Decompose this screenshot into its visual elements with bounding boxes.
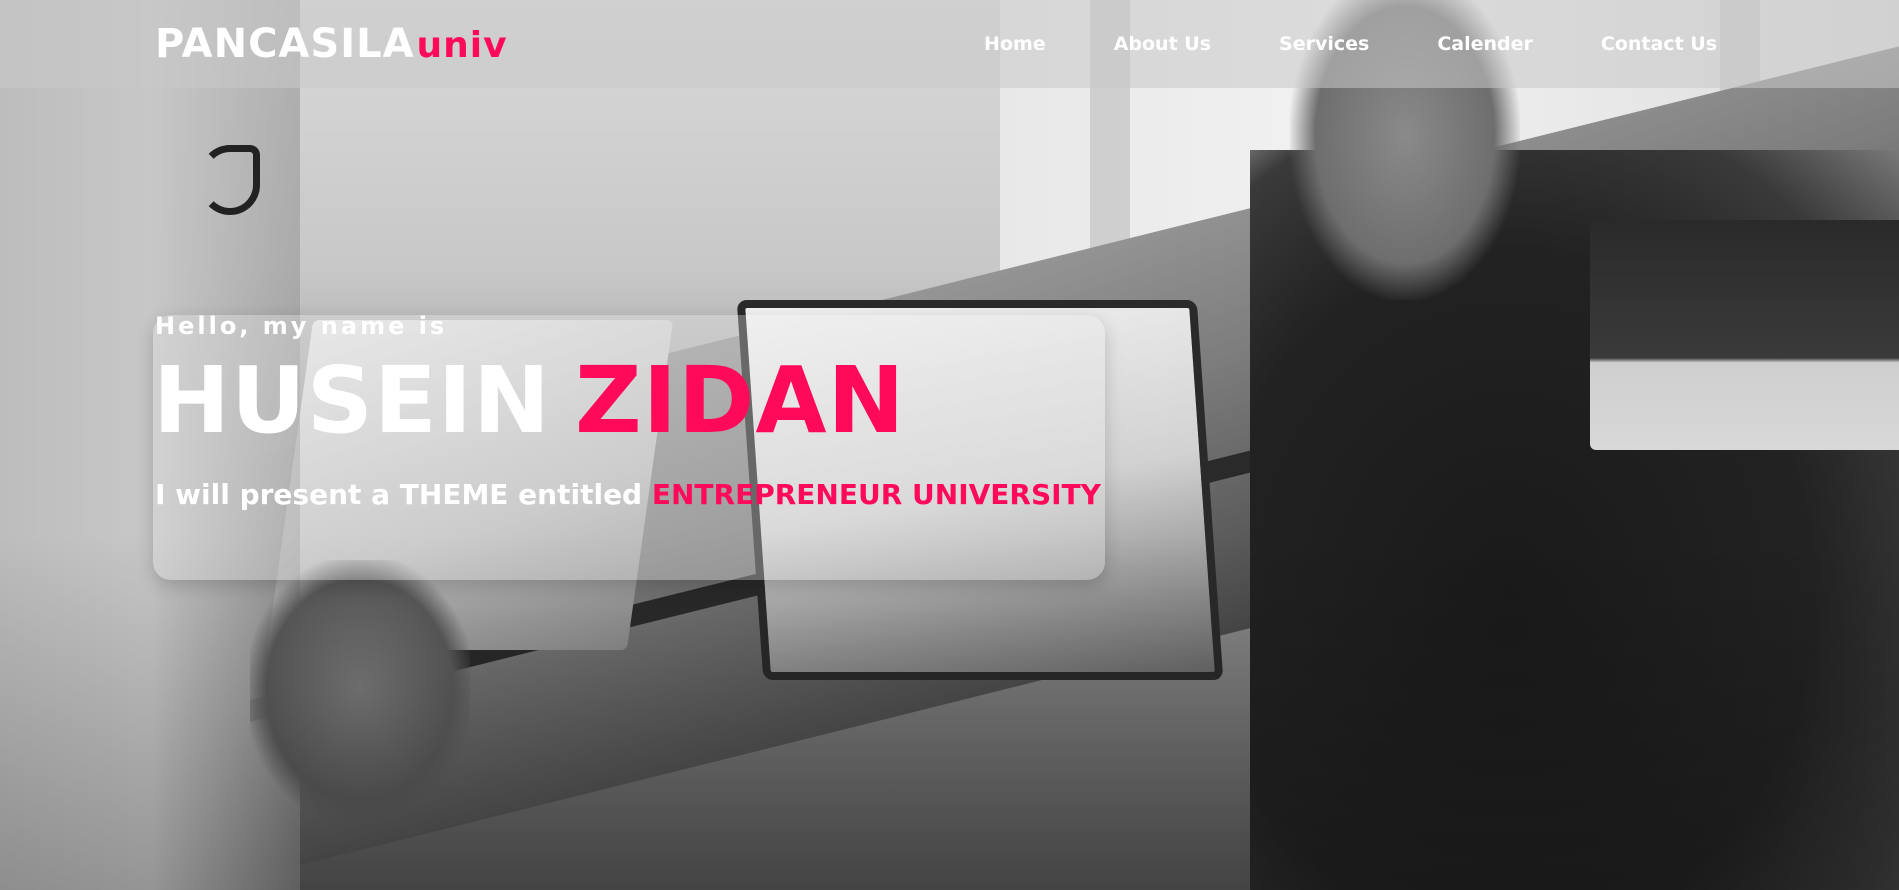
hero-tagline: I will present a THEME entitled ENTREPRE…	[155, 478, 1101, 511]
nav-item-about: About Us	[1114, 33, 1211, 55]
hero-name: HUSEIN ZIDAN	[153, 350, 906, 451]
hero-tagline-highlight: ENTREPRENEUR UNIVERSITY	[651, 478, 1101, 511]
brand-logo[interactable]: PANCASILA univ	[155, 21, 508, 67]
nav-link-calender[interactable]: Calender	[1437, 33, 1533, 55]
hero-tagline-prefix: I will present a THEME entitled	[155, 478, 643, 511]
nav-link-services[interactable]: Services	[1279, 33, 1369, 55]
hero-last-name: ZIDAN	[575, 347, 906, 454]
nav-item-contact: Contact Us	[1601, 33, 1717, 55]
navbar: PANCASILA univ Home About Us Services Cal…	[0, 0, 1899, 88]
hero-first-name: HUSEIN	[153, 347, 552, 454]
nav-link-about[interactable]: About Us	[1114, 33, 1211, 55]
nav-link-contact[interactable]: Contact Us	[1601, 33, 1717, 55]
brand-accent: univ	[416, 25, 508, 66]
nav-menu: Home About Us Services Calender Contact …	[984, 33, 1717, 55]
nav-item-services: Services	[1279, 33, 1369, 55]
hero-greeting: Hello, my name is	[155, 312, 448, 340]
nav-item-home: Home	[984, 33, 1046, 55]
brand-primary: PANCASILA	[155, 21, 415, 67]
nav-link-home[interactable]: Home	[984, 33, 1046, 55]
nav-item-calender: Calender	[1437, 33, 1533, 55]
